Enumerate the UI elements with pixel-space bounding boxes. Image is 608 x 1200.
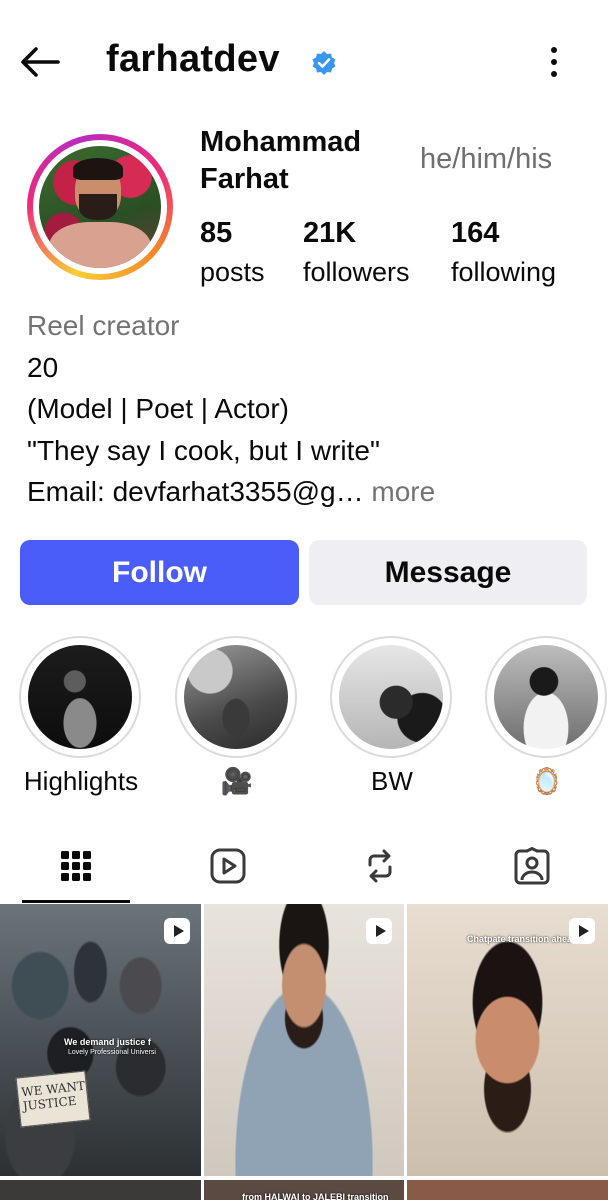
bio-line: "They say I cook, but I write"	[27, 434, 380, 466]
highlight-cover	[494, 645, 598, 749]
post-overlay-text: Chatpate transition ahead	[467, 934, 578, 944]
highlight-label: Highlights	[23, 766, 139, 796]
profile-pronouns: he/him/his	[420, 143, 553, 175]
tab-reels[interactable]	[152, 832, 304, 904]
highlight-cover	[184, 645, 288, 749]
stat-followers-value: 21K	[303, 217, 357, 249]
bio-more-link[interactable]: more	[364, 476, 435, 507]
stat-following-label: following	[451, 257, 557, 287]
highlight-cover	[339, 645, 443, 749]
grid-post[interactable]	[0, 1180, 201, 1200]
bio-line: 20	[27, 351, 59, 383]
reel-badge-icon	[366, 918, 392, 944]
tab-posts-grid[interactable]	[0, 832, 152, 904]
back-arrow-icon[interactable]	[18, 42, 62, 82]
top-bar: farhatdev	[0, 0, 608, 120]
stat-posts-value: 85	[200, 217, 233, 249]
stat-posts[interactable]: 85 posts	[200, 214, 265, 292]
stat-following-value: 164	[451, 217, 500, 249]
follow-button[interactable]: Follow	[20, 540, 299, 605]
profile-avatar[interactable]	[27, 134, 173, 280]
active-tab-indicator	[22, 900, 130, 903]
stat-following[interactable]: 164 following	[451, 214, 556, 292]
profile-tabs	[0, 832, 608, 904]
highlight-label: 🎥	[220, 766, 254, 796]
grid-post[interactable]	[407, 1180, 608, 1200]
highlight-label: 🪞	[530, 766, 564, 796]
tab-tagged[interactable]	[456, 832, 608, 904]
reel-badge-icon	[569, 918, 595, 944]
stat-posts-label: posts	[200, 257, 265, 287]
post-overlay-text: Lovely Professional Universi	[68, 1049, 156, 1056]
highlight-item[interactable]: Highlights	[19, 636, 143, 798]
grid-post[interactable]	[204, 904, 404, 1176]
grid-post[interactable]: We demand justice f Lovely Professional …	[0, 904, 201, 1176]
stat-followers-label: followers	[303, 257, 410, 287]
repost-icon	[362, 848, 398, 889]
reels-icon	[209, 847, 247, 890]
stat-followers[interactable]: 21K followers	[303, 214, 410, 292]
profile-username: farhatdev	[106, 38, 280, 80]
bio-category: Reel creator	[27, 310, 180, 341]
bio-email-line: Email: devfarhat3355@g… more	[27, 471, 587, 513]
posts-grid: We demand justice f Lovely Professional …	[0, 904, 608, 1200]
highlight-item[interactable]: BW	[330, 636, 454, 798]
highlight-item[interactable]: 🎥	[175, 636, 299, 798]
highlight-item[interactable]: 🪞	[485, 636, 608, 798]
post-overlay-text: We demand justice f	[64, 1037, 151, 1047]
grid-post[interactable]: Chatpate transition ahead	[407, 904, 608, 1176]
reel-badge-icon	[164, 918, 190, 944]
grid-icon	[60, 850, 92, 887]
tagged-icon	[513, 846, 551, 890]
bio-line: (Model | Poet | Actor)	[27, 393, 289, 424]
verified-badge-icon	[311, 50, 337, 76]
bio-email: Email: devfarhat3355@g…	[27, 476, 364, 507]
highlight-cover	[28, 645, 132, 749]
profile-bio: Reel creator 20 (Model | Poet | Actor) "…	[27, 305, 587, 513]
message-button[interactable]: Message	[309, 540, 587, 605]
more-vertical-icon[interactable]	[540, 44, 568, 80]
tab-reposts[interactable]	[304, 832, 456, 904]
profile-full-name: Mohammad Farhat	[200, 126, 362, 195]
avatar-photo	[39, 146, 161, 268]
grid-post[interactable]: from HALWAI to JALEBI transition	[204, 1180, 404, 1200]
highlight-label: BW	[371, 766, 413, 796]
post-overlay-text: from HALWAI to JALEBI transition	[242, 1192, 389, 1200]
